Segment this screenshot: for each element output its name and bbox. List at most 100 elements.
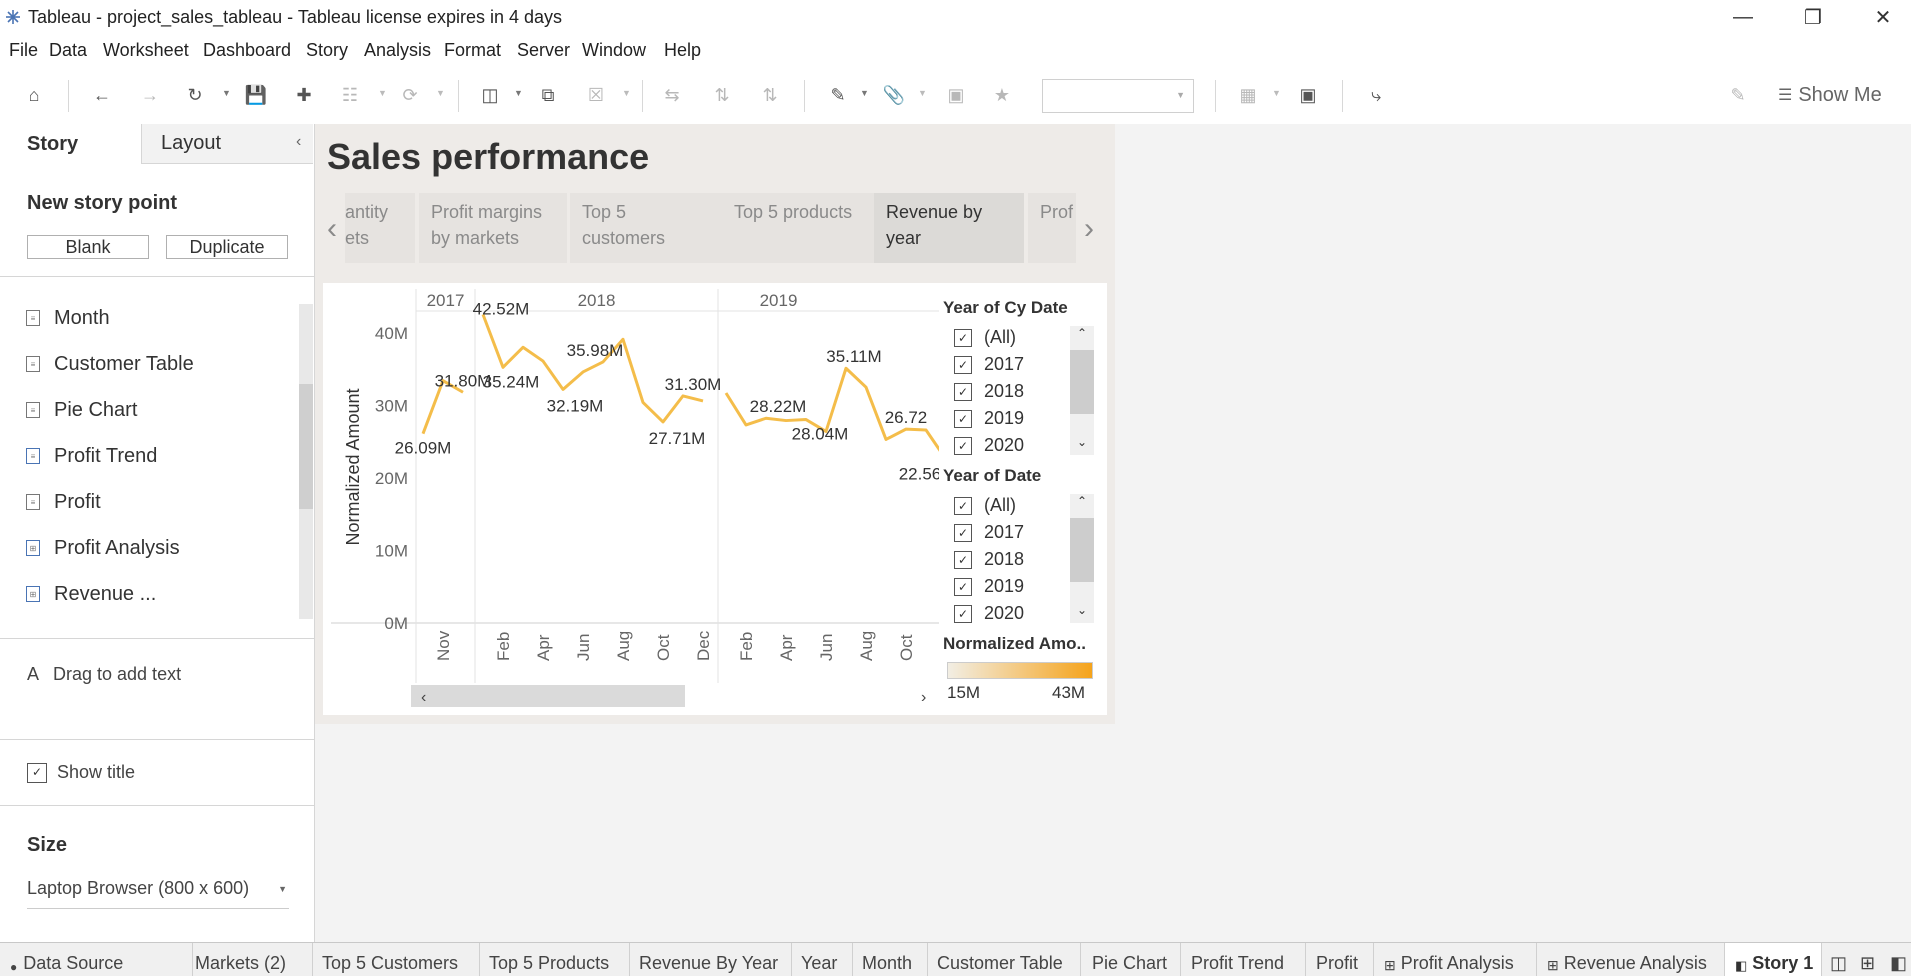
redo-icon[interactable]: → — [138, 83, 162, 107]
menu-story[interactable]: Story — [306, 40, 348, 61]
scrollbar-thumb[interactable] — [1070, 350, 1094, 414]
story-point-profit[interactable]: Prof — [1028, 193, 1076, 263]
tab-top5-products[interactable]: Top 5 Products — [480, 943, 630, 976]
save-icon[interactable]: 💾 — [244, 83, 268, 107]
menu-format[interactable]: Format — [444, 40, 501, 61]
filter2-scrollbar[interactable]: ⌃ ⌄ — [1070, 494, 1094, 623]
share-icon[interactable]: ⤷ — [1364, 83, 1388, 107]
story-point-top5-customers[interactable]: Top 5 customers — [570, 193, 722, 263]
pin-icon[interactable]: ★ — [990, 83, 1014, 107]
story-point-profit-margins[interactable]: Profit margins by markets — [419, 193, 567, 263]
show-title-checkbox[interactable]: ✓ Show title — [27, 762, 135, 783]
chevron-down-icon[interactable]: ▼ — [860, 88, 869, 98]
scroll-up-icon[interactable]: ⌃ — [1077, 494, 1087, 508]
menu-help[interactable]: Help — [664, 40, 701, 61]
new-story-tab-icon[interactable]: ◧ — [1882, 943, 1911, 976]
menu-server[interactable]: Server — [517, 40, 570, 61]
scroll-up-icon[interactable]: ⌃ — [1077, 326, 1087, 340]
filter1-item-2019[interactable]: ✓ 2019 — [954, 408, 1024, 429]
scrollbar-thumb[interactable] — [411, 685, 685, 707]
sheet-item-revenue-analysis[interactable]: ⊞ Revenue ... — [26, 580, 156, 608]
drag-to-add-text[interactable]: A Drag to add text — [27, 664, 181, 685]
sheet-item-pie-chart[interactable]: ≡ Pie Chart — [26, 396, 137, 424]
tab-revenue-analysis[interactable]: ⊞ Revenue Analysis — [1537, 943, 1725, 976]
chevron-down-icon[interactable]: ▼ — [378, 88, 387, 98]
tab-year[interactable]: Year — [792, 943, 853, 976]
tab-story-1[interactable]: ◧ Story 1 — [1725, 943, 1822, 976]
size-dropdown[interactable]: Laptop Browser (800 x 600) ▼ — [27, 878, 289, 909]
chevron-down-icon[interactable]: ▼ — [222, 88, 231, 98]
chevron-down-icon[interactable]: ▼ — [918, 88, 927, 98]
filter1-item-2018[interactable]: ✓ 2018 — [954, 381, 1024, 402]
filter2-item-2018[interactable]: ✓ 2018 — [954, 549, 1024, 570]
new-worksheet-tab-icon[interactable]: ◫ — [1822, 943, 1852, 976]
scroll-right-icon[interactable]: › — [921, 689, 926, 706]
sort-ascending-icon[interactable]: ⇅ — [710, 83, 734, 107]
sheet-list-scrollbar[interactable] — [299, 304, 313, 619]
new-data-source-icon[interactable]: ✚ — [292, 83, 316, 107]
sheet-item-profit[interactable]: ≡ Profit — [26, 488, 101, 516]
filter1-item-2020[interactable]: ✓ 2020 — [954, 435, 1024, 456]
chevron-down-icon[interactable]: ▼ — [514, 88, 523, 98]
new-dashboard-tab-icon[interactable]: ⊞ — [1852, 943, 1882, 976]
duplicate-sheet-icon[interactable]: ⧉ — [536, 83, 560, 107]
navigator-prev-icon[interactable]: ‹ — [327, 212, 337, 246]
menu-worksheet[interactable]: Worksheet — [103, 40, 189, 61]
filter2-item-2019[interactable]: ✓ 2019 — [954, 576, 1024, 597]
format-painter-icon[interactable]: ✎ — [1726, 83, 1750, 107]
story-point-quantity[interactable]: antity ets — [345, 193, 415, 263]
tab-pie-chart[interactable]: Pie Chart — [1081, 943, 1181, 976]
scroll-left-icon[interactable]: ‹ — [421, 689, 426, 706]
tab-revenue-by-year[interactable]: Revenue By Year — [630, 943, 792, 976]
sheet-item-profit-analysis[interactable]: ⊞ Profit Analysis — [26, 534, 180, 562]
minimize-icon[interactable]: — — [1708, 0, 1778, 34]
filter2-item-2017[interactable]: ✓ 2017 — [954, 522, 1024, 543]
blank-button[interactable]: Blank — [27, 235, 149, 259]
story-point-revenue-by-year[interactable]: Revenue by year — [874, 193, 1024, 263]
labels-icon[interactable]: ▣ — [944, 83, 968, 107]
tab-profit-trend[interactable]: Profit Trend — [1181, 943, 1306, 976]
menu-dashboard[interactable]: Dashboard — [203, 40, 291, 61]
refresh-icon[interactable]: ⟳ — [398, 83, 422, 107]
filter2-item-all[interactable]: ✓ (All) — [954, 495, 1016, 516]
swap-icon[interactable]: ⇆ — [660, 83, 684, 107]
menu-analysis[interactable]: Analysis — [364, 40, 431, 61]
revenue-line-chart[interactable]: 40M 30M 20M 10M 0M Normalized Amount 2017 201… — [323, 283, 939, 715]
story-point-top5-products[interactable]: Top 5 products — [722, 193, 874, 263]
scroll-down-icon[interactable]: ⌄ — [1077, 603, 1087, 617]
presentation-mode-icon[interactable]: ▣ — [1296, 83, 1320, 107]
home-icon[interactable]: ⌂ — [22, 83, 46, 107]
restore-icon[interactable]: ❐ — [1778, 0, 1848, 34]
show-me-button[interactable]: ☰ Show Me — [1778, 82, 1882, 108]
sort-descending-icon[interactable]: ⇅ — [758, 83, 782, 107]
menu-data[interactable]: Data — [49, 40, 87, 61]
collapse-panel-icon[interactable]: ‹ — [296, 133, 301, 151]
tab-layout[interactable]: Layout — [141, 124, 313, 164]
tab-data-source[interactable]: ● Data Source — [0, 943, 193, 976]
chevron-down-icon[interactable]: ▼ — [436, 88, 445, 98]
filter1-scrollbar[interactable]: ⌃ ⌄ — [1070, 326, 1094, 455]
tab-markets[interactable]: Markets (2) — [193, 943, 313, 976]
undo-icon[interactable]: ← — [90, 83, 114, 107]
pause-updates-icon[interactable]: ☷ — [338, 83, 362, 107]
close-icon[interactable]: ✕ — [1848, 0, 1911, 34]
scroll-down-icon[interactable]: ⌄ — [1077, 435, 1087, 449]
group-icon[interactable]: 📎 — [882, 83, 906, 107]
sheet-item-customer-table[interactable]: ≡ Customer Table — [26, 350, 194, 378]
horizontal-scrollbar[interactable]: ‹ › — [411, 685, 926, 707]
tab-profit-analysis[interactable]: ⊞ Profit Analysis — [1374, 943, 1537, 976]
fit-dropdown[interactable]: ▼ — [1042, 79, 1194, 113]
sheet-item-month[interactable]: ≡ Month — [26, 304, 110, 332]
scrollbar-thumb[interactable] — [299, 384, 313, 509]
chevron-down-icon[interactable]: ▼ — [1272, 88, 1281, 98]
tab-story[interactable]: Story — [0, 124, 141, 164]
chevron-down-icon[interactable]: ▼ — [622, 88, 631, 98]
highlight-icon[interactable]: ✎ — [826, 83, 850, 107]
show-cards-icon[interactable]: ▦ — [1236, 83, 1260, 107]
tab-customer-table[interactable]: Customer Table — [928, 943, 1081, 976]
clear-sheet-icon[interactable]: ☒ — [584, 83, 608, 107]
new-worksheet-icon[interactable]: ◫ — [478, 83, 502, 107]
menu-window[interactable]: Window — [582, 40, 646, 61]
scrollbar-thumb[interactable] — [1070, 518, 1094, 582]
tab-profit[interactable]: Profit — [1306, 943, 1374, 976]
